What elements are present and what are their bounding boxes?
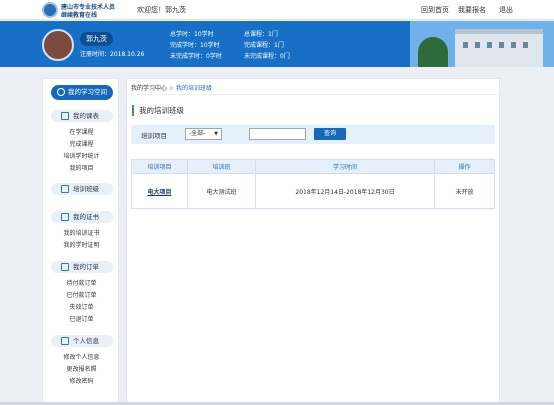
stat-total-courses: 总课程：1门 [244, 31, 278, 38]
col-project: 培训项目 [131, 159, 188, 174]
sidebar: 我的学习空间 我的课表 在学课程 完成课程 培训学时统计 我的项目 培训班级 我… [42, 78, 119, 405]
sidebar-item-current-courses[interactable]: 在学课程 [43, 127, 120, 136]
home-icon [57, 88, 65, 96]
sidebar-section-schedule[interactable]: 我的课表 [51, 110, 113, 122]
sidebar-item-completed-courses[interactable]: 完成课程 [43, 139, 120, 148]
nav-home-link[interactable]: 回到首页 [421, 5, 449, 15]
sidebar-item-refunded-orders[interactable]: 已退订单 [43, 314, 120, 323]
cart-icon [61, 263, 69, 271]
main-content: 我的学习中心 > 我的培训班级 我的培训班级 培训项目 -全部- ▼ 查询 培训项目 … [126, 78, 501, 405]
sidebar-section-profile[interactable]: 个人信息 [51, 335, 113, 347]
col-class: 培训班 [187, 159, 256, 174]
register-time: 注册时间：2018.10.26 [80, 51, 145, 58]
nav-logout-link[interactable]: 退出 [499, 5, 513, 15]
divider [127, 94, 501, 95]
stat-remaining-courses: 未完成课程：0门 [244, 53, 290, 60]
sidebar-item-training-certificates[interactable]: 我的培训证书 [43, 228, 120, 237]
project-select[interactable]: -全部- ▼ [185, 128, 222, 140]
breadcrumb-separator: > [169, 85, 175, 92]
filter-bar: 培训项目 -全部- ▼ 查询 [131, 125, 495, 144]
table-row: 电大项目 电大测试班 2018年12月14日-2018年12月30日 未开放 [131, 173, 495, 209]
stat-completed-courses: 完成课程：1门 [244, 42, 284, 49]
class-icon [61, 185, 69, 193]
sidebar-item-edit-profile[interactable]: 修改个人信息 [43, 352, 120, 361]
banner-building-image [455, 29, 543, 67]
col-study-time: 学习时间 [255, 159, 435, 174]
stat-total-hours: 总学时：10学时 [170, 31, 214, 38]
sidebar-item-change-photo[interactable]: 更改报名照 [43, 364, 120, 373]
welcome-text: 欢迎您！郭九茨 [137, 6, 186, 14]
sidebar-section-certificates[interactable]: 我的证书 [51, 211, 113, 223]
user-name-badge: 郭九茨 [80, 32, 113, 46]
stat-completed-hours: 完成学时：10学时 [170, 42, 220, 49]
sidebar-item-expired-orders[interactable]: 失效订单 [43, 302, 120, 311]
sidebar-home-button[interactable]: 我的学习空间 [51, 85, 113, 100]
action-status: 未开放 [434, 173, 495, 209]
sidebar-item-hour-proof[interactable]: 我的学时证明 [43, 240, 120, 249]
sidebar-item-change-password[interactable]: 修改密码 [43, 376, 120, 385]
page-title: 我的培训班级 [132, 105, 184, 116]
stat-remaining-hours: 未完成学时：0学时 [170, 53, 222, 60]
logo-icon [42, 2, 58, 18]
avatar [42, 29, 74, 61]
sidebar-section-orders[interactable]: 我的订单 [51, 261, 113, 273]
top-bar: 唐山市专业技术人员 继续教育在线 欢迎您！郭九茨 回到首页 我要报名 退出 [0, 0, 554, 20]
class-name: 电大测试班 [187, 173, 256, 209]
nav-signup-link[interactable]: 我要报名 [458, 5, 486, 15]
search-button[interactable]: 查询 [314, 128, 346, 140]
study-time: 2018年12月14日-2018年12月30日 [255, 173, 435, 209]
chevron-down-icon: ▼ [214, 131, 218, 137]
sidebar-section-classes[interactable]: 培训班级 [51, 183, 113, 195]
filter-label: 培训项目 [141, 132, 167, 140]
certificate-icon [61, 213, 69, 221]
sidebar-item-hour-stats[interactable]: 培训学时统计 [43, 151, 120, 160]
sidebar-item-pending-orders[interactable]: 待付款订单 [43, 278, 120, 287]
profile-icon [61, 337, 69, 345]
project-link[interactable]: 电大项目 [131, 173, 188, 209]
breadcrumb-current: 我的培训班级 [176, 85, 213, 92]
sidebar-item-paid-orders[interactable]: 已付款订单 [43, 290, 120, 299]
col-action: 操作 [434, 159, 495, 174]
sidebar-item-my-projects[interactable]: 我的项目 [43, 163, 120, 172]
table-header-row: 培训项目 培训班 学习时间 操作 [131, 159, 495, 174]
class-table: 培训项目 培训班 学习时间 操作 电大项目 电大测试班 2018年12月14日-… [131, 159, 495, 209]
book-icon [61, 112, 69, 120]
breadcrumb-root-link[interactable]: 我的学习中心 [131, 85, 167, 92]
breadcrumb: 我的学习中心 > 我的培训班级 [131, 83, 212, 92]
logo-subtitle: 继续教育在线 [61, 12, 98, 19]
banner-tree-image [418, 37, 448, 67]
search-input[interactable] [249, 128, 306, 140]
